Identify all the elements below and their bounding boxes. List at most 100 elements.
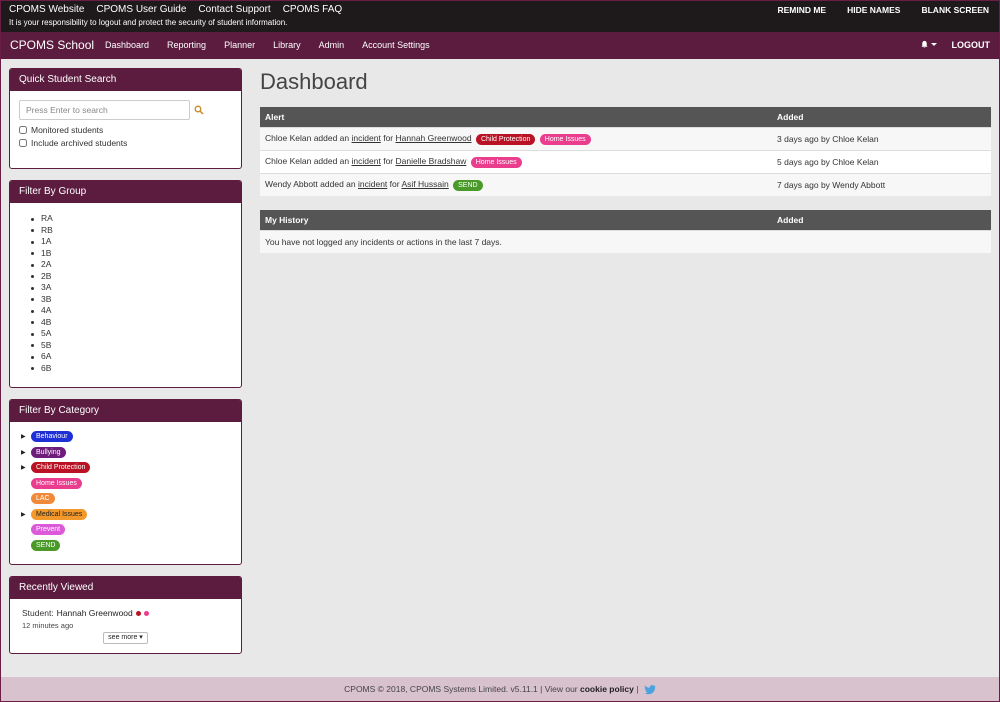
recent-time: 12 minutes ago: [22, 621, 74, 630]
category-list: ▶ Behaviour ▶ Bullying ▶ Child Protectio…: [19, 429, 232, 553]
category-bullying-pill[interactable]: Bullying: [31, 446, 66, 458]
twitter-icon[interactable]: [644, 684, 656, 695]
filter-group-panel: Filter By Group RA RB 1A 1B 2A 2B 3A 3B …: [9, 180, 242, 388]
filter-group-title: Filter By Group: [10, 181, 241, 203]
group-list: RA RB 1A 1B 2A 2B 3A 3B 4A 4B 5A 5B 6A 6…: [19, 213, 232, 374]
alert-cell: Chloe Kelan added an incident for Daniel…: [260, 149, 772, 173]
group-item-5b[interactable]: 5B: [31, 340, 232, 352]
group-item-2b[interactable]: 2B: [31, 271, 232, 283]
alert-actor: Wendy Abbott: [265, 178, 318, 189]
group-item-1a[interactable]: 1A: [31, 236, 232, 248]
table-row: You have not logged any incidents or act…: [260, 229, 991, 253]
tag-send[interactable]: SEND: [453, 179, 483, 191]
top-bar: CPOMS Website CPOMS User Guide Contact S…: [1, 1, 999, 32]
group-item-5a[interactable]: 5A: [31, 328, 232, 340]
category-send-pill[interactable]: SEND: [31, 539, 61, 551]
cpoms-website-link[interactable]: CPOMS Website: [9, 4, 84, 15]
student-search-input[interactable]: [19, 100, 190, 120]
recently-viewed-title: Recently Viewed: [10, 577, 241, 599]
include-archived-label: Include archived students: [31, 138, 128, 148]
category-lac-pill[interactable]: LAC: [31, 493, 55, 505]
expand-caret-icon[interactable]: ▶: [21, 464, 31, 471]
incident-link[interactable]: incident: [352, 133, 381, 143]
notifications-dropdown[interactable]: [920, 40, 937, 49]
cookie-policy-link[interactable]: cookie policy: [580, 684, 634, 694]
logout-button[interactable]: LOGOUT: [952, 40, 991, 50]
category-medical-issues-pill[interactable]: Medical Issues: [31, 508, 88, 520]
group-item-6a[interactable]: 6A: [31, 351, 232, 363]
student-link[interactable]: Hannah Greenwood: [396, 133, 472, 143]
category-child-protection-pill[interactable]: Child Protection: [31, 462, 91, 474]
expand-caret-icon[interactable]: ▶: [21, 433, 31, 440]
group-item-6b[interactable]: 6B: [31, 363, 232, 375]
category-item-medical-issues: ▶ Medical Issues: [21, 507, 232, 523]
alert-verb: added an: [320, 178, 356, 189]
search-icon[interactable]: [194, 105, 204, 115]
alert-verb: added an: [313, 155, 350, 166]
added-cell: 3 days ago by Chloe Kelan: [772, 126, 991, 150]
nav-menu: Dashboard Reporting Planner Library Admi…: [105, 40, 448, 50]
student-link[interactable]: Danielle Bradshaw: [396, 156, 467, 166]
student-link[interactable]: Asif Hussain: [402, 179, 449, 189]
group-item-3a[interactable]: 3A: [31, 282, 232, 294]
quick-search-panel: Quick Student Search Monitored students …: [9, 68, 242, 169]
group-item-1b[interactable]: 1B: [31, 248, 232, 260]
group-item-3b[interactable]: 3B: [31, 294, 232, 306]
category-item-lac: LAC: [21, 491, 232, 507]
footer-separator: |: [636, 684, 639, 694]
recent-student-name[interactable]: Hannah Greenwood: [57, 608, 133, 618]
expand-caret-icon[interactable]: ▶: [21, 511, 31, 518]
tag-home-issues[interactable]: Home Issues: [470, 156, 522, 168]
expand-caret-icon[interactable]: ▶: [21, 449, 31, 456]
history-table: My History Added You have not logged any…: [260, 210, 991, 253]
faq-link[interactable]: CPOMS FAQ: [283, 4, 342, 15]
group-item-4a[interactable]: 4A: [31, 305, 232, 317]
category-item-home-issues: Home Issues: [21, 476, 232, 492]
group-item-4b[interactable]: 4B: [31, 317, 232, 329]
child-protection-dot-icon: [135, 610, 141, 616]
added-cell: 5 days ago by Chloe Kelan: [772, 149, 991, 173]
group-item-ra[interactable]: RA: [31, 213, 232, 225]
monitored-students-checkbox[interactable]: [19, 126, 27, 134]
alert-for: for: [389, 178, 400, 189]
hide-names-button[interactable]: HIDE NAMES: [847, 5, 900, 15]
added-column-header: Added: [772, 107, 991, 127]
category-item-prevent: Prevent: [21, 522, 232, 538]
tag-child-protection[interactable]: Child Protection: [475, 133, 536, 145]
history-added-header: Added: [772, 210, 991, 230]
recent-student-row[interactable]: Student: Hannah Greenwood: [22, 608, 229, 618]
contact-support-link[interactable]: Contact Support: [198, 4, 270, 15]
user-guide-link[interactable]: CPOMS User Guide: [96, 4, 186, 15]
caret-down-icon: [931, 43, 937, 46]
main-navbar: CPOMS School Dashboard Reporting Planner…: [1, 32, 999, 59]
group-item-2a[interactable]: 2A: [31, 259, 232, 271]
bell-icon: [921, 40, 928, 48]
page-title: Dashboard: [260, 69, 368, 94]
see-more-button[interactable]: see more ▾: [103, 632, 148, 644]
blank-screen-button[interactable]: BLANK SCREEN: [921, 5, 989, 15]
nav-item-library[interactable]: Library: [273, 40, 301, 50]
nav-item-dashboard[interactable]: Dashboard: [105, 40, 149, 50]
remind-me-button[interactable]: REMIND ME: [777, 5, 826, 15]
nav-item-planner[interactable]: Planner: [224, 40, 255, 50]
table-row: Chloe Kelan added an incident for Hannah…: [260, 126, 991, 150]
alert-for: for: [383, 155, 394, 166]
category-item-behaviour: ▶ Behaviour: [21, 429, 232, 445]
group-item-rb[interactable]: RB: [31, 225, 232, 237]
top-actions: REMIND ME HIDE NAMES BLANK SCREEN: [777, 5, 989, 15]
nav-item-reporting[interactable]: Reporting: [167, 40, 206, 50]
brand-name[interactable]: CPOMS School: [10, 38, 94, 52]
tag-home-issues[interactable]: Home Issues: [539, 133, 591, 145]
incident-link[interactable]: incident: [352, 156, 381, 166]
category-behaviour-pill[interactable]: Behaviour: [31, 431, 73, 443]
app-frame: CPOMS Website CPOMS User Guide Contact S…: [1, 1, 999, 701]
incident-link[interactable]: incident: [358, 179, 387, 189]
category-prevent-pill[interactable]: Prevent: [31, 524, 66, 536]
footer-text: CPOMS © 2018, CPOMS Systems Limited. v5.…: [344, 684, 578, 694]
filter-category-title: Filter By Category: [10, 400, 241, 422]
nav-item-admin[interactable]: Admin: [319, 40, 345, 50]
include-archived-checkbox[interactable]: [19, 139, 27, 147]
nav-item-account-settings[interactable]: Account Settings: [362, 40, 430, 50]
category-home-issues-pill[interactable]: Home Issues: [31, 477, 82, 489]
alerts-table: Alert Added Chloe Kelan added an inciden…: [260, 107, 991, 196]
